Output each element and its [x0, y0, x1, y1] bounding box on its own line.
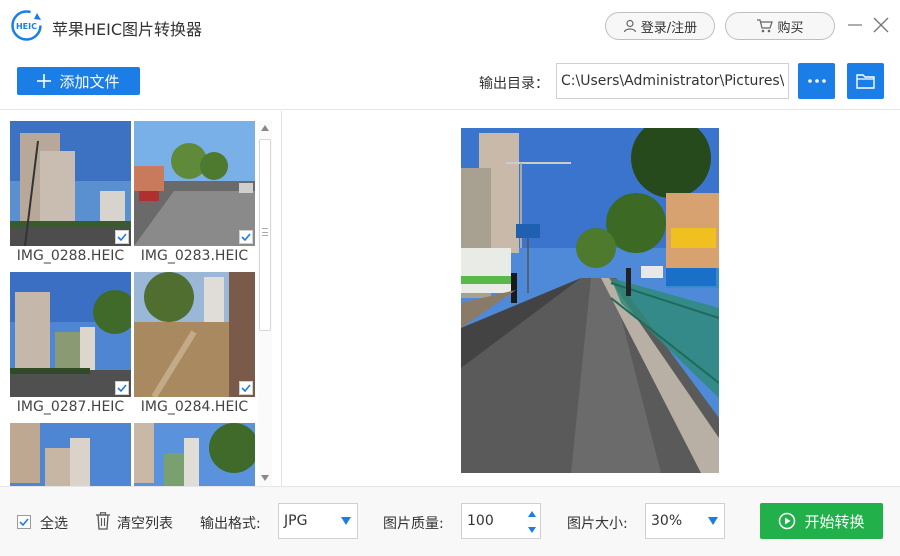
checkmark-icon — [117, 233, 127, 241]
login-button[interactable]: 登录/注册 — [605, 12, 715, 40]
checkmark-icon — [117, 384, 127, 392]
scroll-up-icon[interactable] — [260, 123, 270, 133]
play-circle-icon — [779, 512, 796, 530]
toolbar: 添加文件 输出目录： — [0, 52, 900, 110]
scroll-grip-icon — [262, 228, 268, 236]
dropdown-arrow-icon — [341, 517, 351, 525]
thumbnail-checkbox[interactable] — [239, 381, 253, 395]
file-list-panel: IMG_0288.HEIC IMG_0283.HEIC IMG_0287.HEI… — [0, 111, 282, 486]
title-bar: HEIC 苹果HEIC图片转换器 登录/注册 购买 — [0, 0, 900, 52]
size-label: 图片大小: — [567, 516, 628, 532]
scroll-down-icon[interactable] — [260, 473, 270, 483]
app-logo-icon: HEIC — [10, 9, 43, 42]
spin-up-icon[interactable] — [528, 511, 536, 517]
select-all-checkbox[interactable] — [17, 515, 31, 529]
start-convert-label: 开始转换 — [804, 512, 865, 531]
dropdown-arrow-icon — [708, 517, 718, 525]
thumbnail-checkbox[interactable] — [115, 381, 129, 395]
output-format-label: 输出格式: — [200, 516, 261, 532]
close-button[interactable] — [870, 14, 892, 36]
open-folder-button[interactable] — [847, 63, 884, 99]
svg-text:HEIC: HEIC — [16, 22, 37, 31]
checkmark-icon — [19, 518, 29, 526]
plus-icon — [37, 74, 52, 88]
preview-image — [461, 128, 719, 473]
thumbnail-grid: IMG_0288.HEIC IMG_0283.HEIC IMG_0287.HEI… — [10, 121, 257, 486]
add-file-label: 添加文件 — [59, 72, 120, 91]
thumbnail-img-0287[interactable] — [10, 272, 131, 397]
thumbnail-filename: IMG_0284.HEIC — [140, 399, 249, 415]
close-icon — [873, 17, 889, 33]
login-label: 登录/注册 — [640, 20, 698, 36]
cart-icon — [757, 19, 774, 33]
size-select[interactable]: 30% — [645, 503, 725, 539]
size-value: 30% — [651, 513, 683, 529]
thumbnail-filename: IMG_0288.HEIC — [16, 248, 125, 264]
output-dir-input[interactable] — [556, 63, 789, 99]
output-dir-label: 输出目录： — [479, 76, 549, 92]
buy-button[interactable]: 购买 — [725, 12, 835, 40]
minimize-icon — [848, 24, 862, 26]
quality-label: 图片质量: — [383, 516, 444, 532]
thumbnail-img-6[interactable] — [134, 423, 255, 486]
thumbnail-img-0284[interactable] — [134, 272, 255, 397]
app-title: 苹果HEIC图片转换器 — [52, 20, 203, 39]
file-list-scrollbar[interactable] — [258, 121, 272, 486]
spin-down-icon[interactable] — [528, 527, 536, 533]
scroll-thumb[interactable] — [259, 139, 271, 331]
thumbnail-img-0288[interactable] — [10, 121, 131, 246]
trash-icon[interactable] — [95, 512, 111, 530]
thumbnail-checkbox[interactable] — [115, 230, 129, 244]
add-file-button[interactable]: 添加文件 — [17, 67, 140, 95]
user-icon — [623, 19, 636, 33]
buy-label: 购买 — [777, 20, 804, 36]
select-all-label[interactable]: 全选 — [40, 513, 68, 533]
minimize-button[interactable] — [844, 14, 866, 36]
output-format-select[interactable]: JPG — [278, 503, 358, 539]
thumbnail-filename: IMG_0287.HEIC — [16, 399, 125, 415]
quality-value: 100 — [467, 513, 494, 529]
quality-stepper[interactable]: 100 — [461, 503, 541, 539]
checkmark-icon — [241, 233, 251, 241]
thumbnail-filename: IMG_0283.HEIC — [140, 248, 249, 264]
output-format-value: JPG — [284, 513, 308, 529]
bottom-bar: 全选 清空列表 输出格式: JPG 图片质量: 100 图片大小: 30% 开始… — [0, 486, 900, 556]
checkmark-icon — [241, 384, 251, 392]
ellipsis-icon — [807, 79, 826, 83]
folder-icon — [856, 74, 875, 89]
clear-list-button[interactable]: 清空列表 — [117, 513, 173, 533]
thumbnail-checkbox[interactable] — [239, 230, 253, 244]
start-convert-button[interactable]: 开始转换 — [760, 503, 883, 539]
thumbnail-img-5[interactable] — [10, 423, 131, 486]
more-button[interactable] — [798, 63, 835, 99]
thumbnail-img-0283[interactable] — [134, 121, 255, 246]
preview-panel — [283, 111, 900, 486]
